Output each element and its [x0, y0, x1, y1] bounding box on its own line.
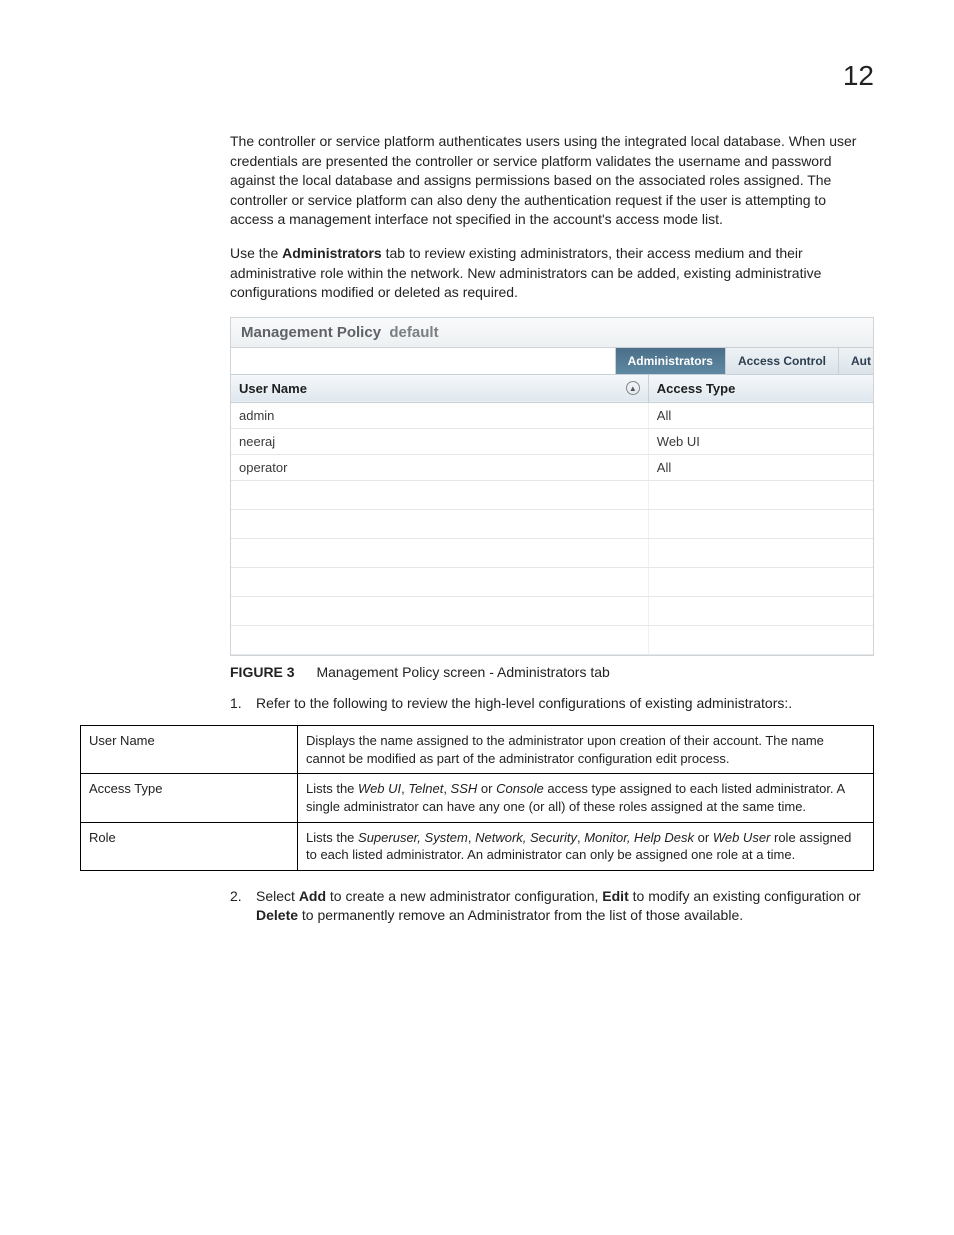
figure-title-strong: Management Policy [241, 324, 381, 341]
t: , [468, 830, 475, 845]
table-row-empty [231, 596, 873, 625]
def-row-user-name: User Name Displays the name assigned to … [81, 726, 874, 774]
t: Monitor, Help Desk [584, 830, 694, 845]
def-term: Access Type [81, 774, 298, 822]
tab-administrators[interactable]: Administrators [615, 347, 725, 374]
definition-table: User Name Displays the name assigned to … [80, 725, 874, 870]
col-user-name-label: User Name [239, 381, 307, 396]
cell-access: All [648, 454, 873, 480]
table-row-empty [231, 567, 873, 596]
def-term: User Name [81, 726, 298, 774]
def-row-access-type: Access Type Lists the Web UI, Telnet, SS… [81, 774, 874, 822]
t: Console [496, 781, 544, 796]
t: Superuser, System [358, 830, 468, 845]
t: Web User [713, 830, 771, 845]
table-row[interactable]: neeraj Web UI [231, 428, 873, 454]
cell-user: admin [231, 402, 648, 428]
figure-header: Management Policy default [231, 318, 873, 348]
step-1-num: 1. [230, 694, 256, 714]
paragraph-2: Use the Administrators tab to review exi… [230, 244, 864, 303]
t: Network, Security [475, 830, 577, 845]
t: Web UI [358, 781, 401, 796]
table-row[interactable]: admin All [231, 402, 873, 428]
t: or [694, 830, 713, 845]
t: Select [256, 888, 299, 904]
t: to modify an existing configuration or [629, 888, 861, 904]
t: Telnet [408, 781, 443, 796]
step-1-text: Refer to the following to review the hig… [256, 694, 864, 714]
t: SSH [451, 781, 478, 796]
def-term-label: Access Type [89, 781, 162, 796]
sort-asc-icon[interactable]: ▲ [626, 381, 640, 395]
figure-caption-text: Management Policy screen - Administrator… [316, 664, 609, 680]
table-row-empty [231, 480, 873, 509]
paragraph-1: The controller or service platform authe… [230, 132, 864, 230]
table-row-empty [231, 625, 873, 654]
t: Add [299, 888, 326, 904]
page-number: 12 [80, 60, 874, 92]
t: Delete [256, 907, 298, 923]
figure-label: FIGURE 3 [230, 664, 295, 680]
step-2-num: 2. [230, 887, 256, 926]
table-row[interactable]: operator All [231, 454, 873, 480]
cell-user: operator [231, 454, 648, 480]
p2-a: Use the [230, 245, 282, 261]
step-2: 2. Select Add to create a new administra… [230, 887, 864, 926]
figure-screenshot: Management Policy default Administrators… [230, 317, 874, 656]
step-2-text: Select Add to create a new administrator… [256, 887, 864, 926]
t: or [477, 781, 496, 796]
def-term: Role [81, 822, 298, 870]
def-term-label: User Name [89, 733, 155, 748]
table-row-empty [231, 509, 873, 538]
figure-tabbar: Administrators Access Control Aut [231, 348, 873, 374]
t: to create a new administrator configurat… [326, 888, 602, 904]
cell-access: All [648, 402, 873, 428]
t: to permanently remove an Administrator f… [298, 907, 743, 923]
def-term-label: Role [89, 830, 116, 845]
figure-table: User Name ▲ Access Type admin All neeraj… [231, 374, 873, 655]
def-row-role: Role Lists the Superuser, System, Networ… [81, 822, 874, 870]
figure-caption: FIGURE 3 Management Policy screen - Admi… [230, 664, 874, 680]
col-user-name[interactable]: User Name ▲ [231, 374, 648, 402]
figure-title-light: default [389, 324, 438, 341]
col-access-type[interactable]: Access Type [648, 374, 873, 402]
cell-user: neeraj [231, 428, 648, 454]
t: , [443, 781, 450, 796]
def-desc: Displays the name assigned to the admini… [298, 726, 874, 774]
p2-bold: Administrators [282, 245, 382, 261]
def-desc: Lists the Superuser, System, Network, Se… [298, 822, 874, 870]
tab-access-control[interactable]: Access Control [725, 347, 838, 374]
def-desc: Lists the Web UI, Telnet, SSH or Console… [298, 774, 874, 822]
cell-access: Web UI [648, 428, 873, 454]
table-row-empty [231, 538, 873, 567]
t: Edit [602, 888, 628, 904]
step-1: 1. Refer to the following to review the … [230, 694, 864, 714]
tab-auth-cut[interactable]: Aut [838, 347, 873, 374]
t: Lists the [306, 781, 358, 796]
t: Lists the [306, 830, 358, 845]
